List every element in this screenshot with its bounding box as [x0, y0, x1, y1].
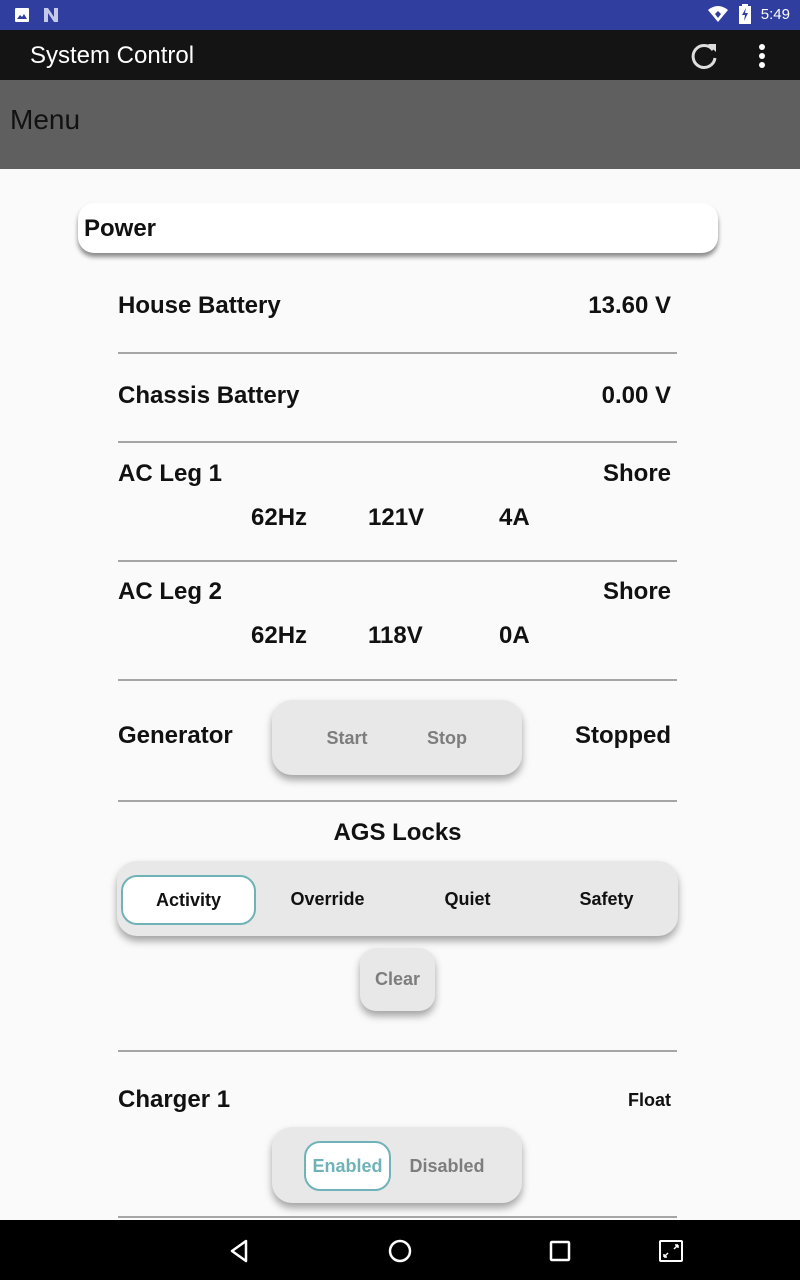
- divider: [118, 800, 677, 802]
- divider: [118, 679, 677, 681]
- app-title: System Control: [30, 42, 195, 69]
- house-battery-value: 13.60 V: [588, 292, 671, 319]
- battery-charging-icon: [738, 4, 751, 24]
- status-time: 5:49: [760, 5, 790, 23]
- back-button[interactable]: [224, 1235, 256, 1267]
- screen-rotate-button[interactable]: [655, 1235, 687, 1267]
- home-icon: [388, 1239, 412, 1263]
- charger-1-label: Charger 1: [118, 1086, 231, 1113]
- power-panel: Power House Battery 13.60 V Chassis Batt…: [0, 169, 800, 1220]
- charger-1-disabled-button[interactable]: Disabled: [402, 1156, 492, 1177]
- ac-leg-2-label: AC Leg 2: [118, 578, 223, 605]
- home-button[interactable]: [384, 1235, 416, 1267]
- ac-leg-1-label: AC Leg 1: [118, 460, 223, 487]
- ags-clear-button[interactable]: Clear: [360, 948, 435, 1011]
- ac-leg-1-voltage: 121V: [368, 504, 425, 531]
- ags-lock-override[interactable]: Override: [260, 889, 395, 910]
- charger-1-enabled-button[interactable]: Enabled: [304, 1141, 391, 1191]
- app-bar: System Control: [0, 30, 800, 80]
- chassis-battery-label: Chassis Battery: [118, 382, 300, 409]
- ags-lock-activity[interactable]: Activity: [121, 875, 256, 925]
- divider: [118, 352, 677, 354]
- n-notification-icon: [44, 8, 58, 22]
- generator-status: Stopped: [575, 722, 671, 749]
- power-section-header[interactable]: Power: [78, 203, 718, 253]
- status-bar: 5:49: [0, 0, 800, 30]
- divider: [118, 1050, 677, 1052]
- divider: [118, 441, 677, 443]
- wifi-icon: [707, 6, 728, 22]
- image-notification-icon: [15, 8, 29, 22]
- generator-label: Generator: [118, 722, 233, 749]
- ac-leg-2-voltage: 118V: [368, 622, 423, 649]
- recents-button[interactable]: [544, 1235, 576, 1267]
- recents-icon: [549, 1240, 571, 1262]
- menu-label: Menu: [10, 104, 81, 135]
- refresh-button[interactable]: [688, 40, 720, 72]
- ags-locks-selector: Activity Override Quiet Safety: [117, 861, 678, 936]
- overflow-menu-button[interactable]: [748, 40, 776, 72]
- charger-1-status: Float: [628, 1090, 671, 1110]
- overflow-menu-icon: [759, 44, 765, 68]
- ac-leg-2-current: 0A: [499, 622, 530, 649]
- divider: [118, 560, 677, 562]
- refresh-icon: [691, 43, 717, 69]
- ags-locks-title: AGS Locks: [333, 819, 462, 846]
- ags-lock-quiet[interactable]: Quiet: [400, 889, 535, 910]
- ac-leg-1-source: Shore: [602, 460, 671, 487]
- ags-lock-safety[interactable]: Safety: [539, 889, 674, 910]
- screen-rotate-icon: [659, 1240, 683, 1262]
- navigation-bar: [0, 1220, 800, 1280]
- generator-start-button[interactable]: Start: [312, 728, 382, 749]
- ac-leg-1-frequency: 62Hz: [251, 504, 308, 531]
- menu-bar[interactable]: Menu: [0, 80, 800, 169]
- ags-clear-label: Clear: [374, 969, 421, 989]
- power-header-label: Power: [84, 215, 157, 242]
- divider: [118, 1216, 677, 1218]
- house-battery-label: House Battery: [118, 292, 281, 319]
- back-icon: [230, 1239, 248, 1263]
- chassis-battery-value: 0.00 V: [601, 382, 671, 409]
- ac-leg-2-frequency: 62Hz: [251, 622, 308, 649]
- ac-leg-1-current: 4A: [499, 504, 530, 531]
- ac-leg-2-source: Shore: [602, 578, 671, 605]
- charger-1-toggle: Enabled Disabled: [272, 1127, 522, 1203]
